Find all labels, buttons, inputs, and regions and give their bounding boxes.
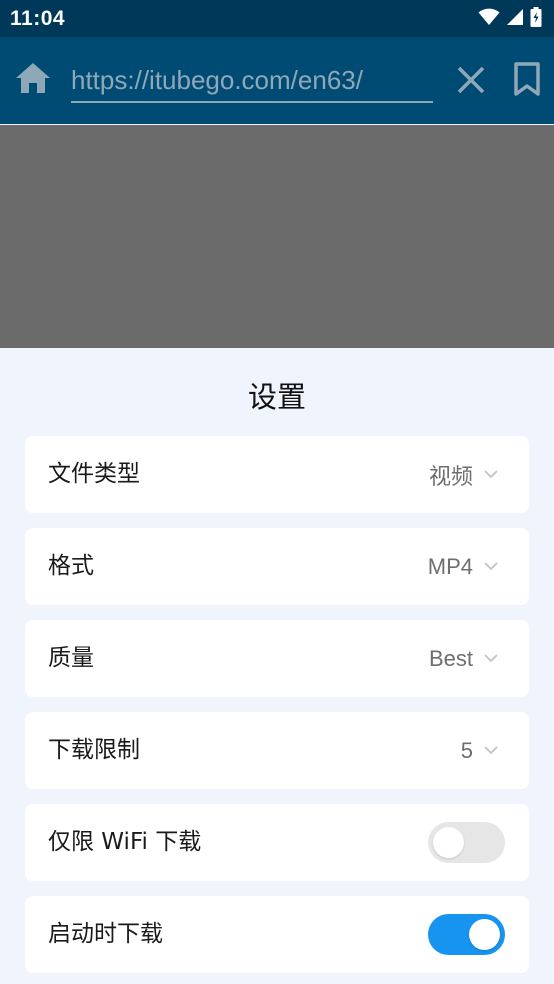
chevron-down-icon (483, 743, 499, 759)
toggle-knob (469, 919, 500, 950)
download-on-start-label: 启动时下载 (48, 921, 163, 947)
quality-label: 质量 (48, 645, 94, 671)
close-icon (456, 65, 486, 99)
browser-toolbar: https://itubego.com/en63/ (0, 37, 554, 162)
close-button[interactable] (450, 61, 492, 103)
home-icon (14, 61, 52, 99)
bookmark-icon (513, 61, 541, 101)
wifi-only-row: 仅限 WiFi 下载 (25, 804, 529, 881)
dimmed-page-overlay[interactable] (0, 125, 554, 348)
download-on-start-toggle[interactable] (428, 914, 505, 955)
wifi-only-label: 仅限 WiFi 下载 (48, 829, 202, 855)
quality-value: Best (428, 645, 473, 671)
format-select[interactable]: MP4 (428, 528, 499, 605)
file-type-value: 视频 (428, 463, 473, 489)
download-limit-value: 5 (460, 737, 473, 763)
download-limit-row[interactable]: 下载限制 5 (25, 712, 529, 789)
file-type-select[interactable]: 视频 (429, 436, 499, 513)
bookmark-button[interactable] (506, 59, 548, 103)
chevron-down-icon (483, 467, 499, 483)
download-on-start-row: 启动时下载 (25, 896, 529, 973)
file-type-label: 文件类型 (48, 461, 140, 487)
wifi-icon (478, 8, 500, 30)
battery-icon (530, 6, 542, 31)
toggle-knob (433, 827, 464, 858)
url-input[interactable]: https://itubego.com/en63/ (71, 61, 433, 103)
chevron-down-icon (483, 651, 499, 667)
status-bar: 11:04 (0, 0, 554, 37)
signal-icon (506, 8, 524, 30)
format-label: 格式 (48, 553, 94, 579)
chevron-down-icon (483, 559, 499, 575)
format-value: MP4 (427, 553, 473, 579)
quality-row[interactable]: 质量 Best (25, 620, 529, 697)
home-button[interactable] (12, 59, 54, 101)
quality-select[interactable]: Best (429, 620, 499, 697)
settings-sheet: 设置 文件类型 视频 格式 MP4 质量 Best 下载限制 5 仅限 WiFi… (0, 348, 554, 984)
status-time: 11:04 (10, 6, 66, 30)
format-row[interactable]: 格式 MP4 (25, 528, 529, 605)
status-icons (478, 6, 542, 31)
file-type-row[interactable]: 文件类型 视频 (25, 436, 529, 513)
download-limit-label: 下载限制 (48, 737, 140, 763)
sheet-title: 设置 (247, 380, 306, 414)
wifi-only-toggle[interactable] (428, 822, 505, 863)
download-limit-select[interactable]: 5 (461, 712, 499, 789)
